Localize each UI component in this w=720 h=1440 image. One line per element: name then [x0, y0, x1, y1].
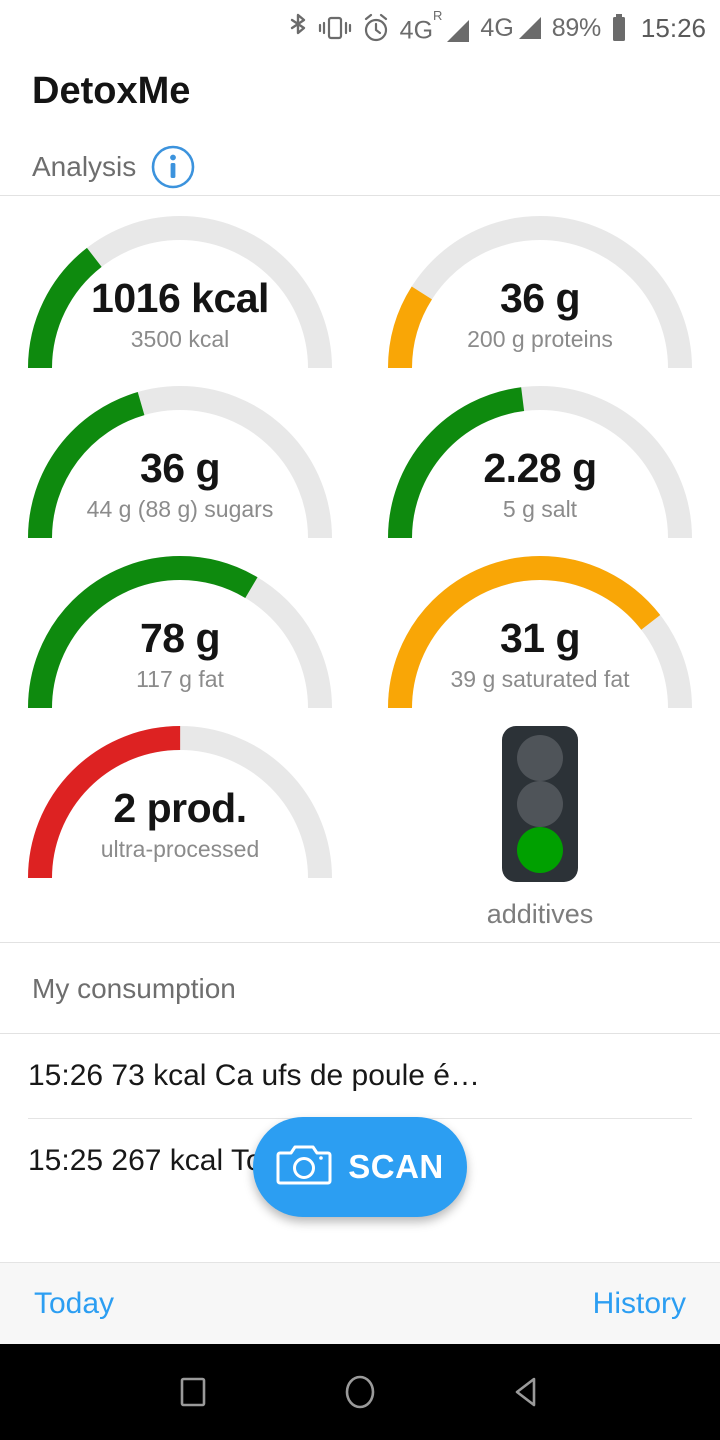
vibrate-icon: [318, 12, 352, 44]
gauge-arc-saturated-fat: [388, 556, 692, 709]
gauge-saturated-fat[interactable]: 31 g 39 g saturated fat: [360, 542, 720, 712]
status-clock: 15:26: [640, 12, 706, 43]
camera-icon: [276, 1142, 332, 1193]
gauge-arc-fat: [28, 556, 332, 709]
gauges-grid: 1016 kcal 3500 kcal 36 g 200 g proteins …: [0, 196, 720, 942]
circle-icon[interactable]: [339, 1371, 381, 1413]
gauge-arc-proteins: [388, 216, 692, 369]
gauge-proteins[interactable]: 36 g 200 g proteins: [360, 202, 720, 372]
traffic-light-lamp-bottom: [517, 827, 563, 873]
analysis-label: Analysis: [32, 151, 137, 182]
gauge-arc-sugars: [28, 386, 332, 539]
tab-history[interactable]: History: [593, 1287, 686, 1321]
triangle-back-icon[interactable]: [506, 1371, 548, 1413]
battery-icon: [610, 12, 628, 44]
network-label: 4G: [480, 14, 514, 42]
battery-percent: 89%: [551, 13, 601, 42]
additives-indicator[interactable]: additives: [360, 712, 720, 942]
analysis-header: Analysis: [0, 113, 720, 195]
gauge-arc-salt: [388, 386, 692, 539]
signal-4g-icon: 4G: [480, 15, 542, 41]
status-bar: 4GR 4G 89% 15:26: [0, 0, 720, 56]
network-label-roaming: 4GR: [399, 8, 443, 45]
info-icon[interactable]: [150, 144, 196, 190]
square-icon[interactable]: [172, 1371, 214, 1413]
tab-today[interactable]: Today: [34, 1287, 114, 1321]
scan-button[interactable]: SCAN: [253, 1117, 467, 1217]
scan-button-label: SCAN: [348, 1148, 444, 1185]
gauge-fat[interactable]: 78 g 117 g fat: [0, 542, 360, 712]
gauge-ultra-processed[interactable]: 2 prod. ultra-processed: [0, 712, 360, 882]
app-title: DetoxMe: [32, 70, 191, 112]
additives-label: additives: [486, 899, 594, 929]
bluetooth-icon: [287, 12, 309, 44]
android-navigation-bar: [0, 1344, 720, 1440]
traffic-light-lamp-top: [517, 735, 563, 781]
gauge-sugars[interactable]: 36 g 44 g (88 g) sugars: [0, 372, 360, 542]
traffic-light-icon: [502, 726, 578, 882]
alarm-icon: [361, 12, 391, 44]
signal-4g-roaming-icon: 4GR: [399, 8, 472, 45]
gauge-arc-ultra-processed: [28, 726, 332, 879]
list-item[interactable]: 15:26 73 kcal Ca ufs de poule é…: [0, 1034, 720, 1118]
gauge-arc-calories: [28, 216, 332, 369]
consumption-section-title: My consumption: [32, 973, 236, 1004]
gauge-calories[interactable]: 1016 kcal 3500 kcal: [0, 202, 360, 372]
bottom-tab-bar: Today History: [0, 1262, 720, 1344]
traffic-light-lamp-middle: [517, 781, 563, 827]
gauge-salt[interactable]: 2.28 g 5 g salt: [360, 372, 720, 542]
